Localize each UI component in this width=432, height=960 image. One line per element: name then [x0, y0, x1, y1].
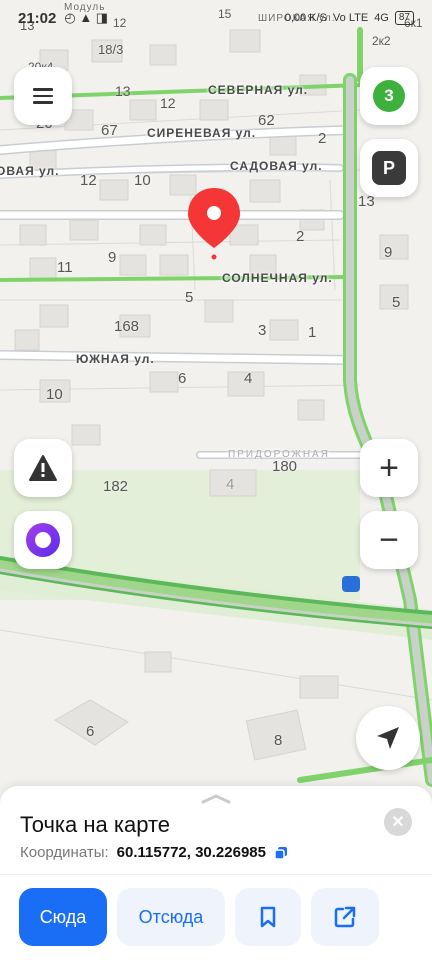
bookmark-button[interactable]	[235, 888, 301, 946]
house-number: 4	[226, 476, 235, 493]
coordinates-value[interactable]: 60.115772, 30.226985	[117, 844, 266, 861]
system-icons: 0,00 K/S Vo LTE 4G 87	[285, 11, 414, 25]
alice-icon	[26, 523, 60, 557]
map-pin-icon[interactable]	[186, 186, 242, 262]
navigation-arrow-icon	[377, 727, 399, 749]
notification-icons: ◴ ▲ ◨	[64, 10, 109, 25]
menu-button[interactable]	[14, 67, 72, 125]
plus-icon: +	[379, 449, 399, 487]
close-sheet-button[interactable]: ✕	[384, 808, 412, 836]
house-number: 182	[103, 478, 129, 495]
house-number: 13	[115, 83, 131, 99]
route-from-button[interactable]: Отсюда	[117, 888, 225, 946]
house-number: 4	[244, 370, 253, 387]
house-number: 2	[318, 130, 327, 147]
house-number: 9	[384, 244, 393, 261]
zoom-in-button[interactable]: +	[360, 439, 418, 497]
status-time: 21:02	[18, 9, 57, 27]
house-number: 10	[134, 172, 151, 189]
house-number: 12	[80, 172, 97, 189]
house-number: 67	[101, 122, 118, 139]
road-event-button[interactable]	[14, 439, 72, 497]
alice-assistant-button[interactable]	[14, 511, 72, 569]
parking-button[interactable]: P	[360, 139, 418, 197]
coordinates-label: Координаты:	[20, 844, 109, 861]
parking-icon: P	[372, 151, 406, 185]
route-here-button[interactable]: Сюда	[19, 888, 107, 946]
warning-icon	[29, 455, 57, 481]
house-number: 6	[178, 370, 187, 387]
zoom-out-button[interactable]: −	[360, 511, 418, 569]
volte-indicator: Vo LTE	[332, 12, 369, 24]
network-speed: 0,00 K/S	[284, 12, 327, 24]
house-number: 6	[86, 723, 95, 740]
house-number: 8	[274, 732, 283, 749]
house-number: 5	[185, 289, 194, 306]
house-number: 180	[272, 458, 298, 475]
house-number: 9	[108, 249, 117, 266]
share-button[interactable]	[311, 888, 379, 946]
house-number: 11	[57, 259, 73, 276]
street-label-solnechnaya: СОЛНЕЧНАЯ ул.	[222, 271, 333, 285]
house-number: 1	[308, 324, 317, 341]
battery-icon: 87	[394, 11, 414, 25]
sheet-grabber-icon[interactable]	[200, 792, 232, 804]
my-location-button[interactable]	[356, 706, 420, 770]
street-label-sadovaya-left: ОВАЯ ул.	[0, 164, 60, 178]
place-title: Точка на карте	[20, 812, 171, 837]
bookmark-icon	[260, 906, 276, 928]
house-number: 5	[392, 294, 401, 311]
street-label-yuzhnaya: ЮЖНАЯ ул.	[76, 352, 155, 366]
house-number: 10	[46, 386, 63, 403]
status-bar: 21:02 ◴ ▲ ◨ 0,00 K/S Vo LTE 4G 87	[0, 0, 432, 36]
street-label-sirenevaya: СИРЕНЕВАЯ ул.	[147, 126, 257, 140]
house-number: 168	[114, 318, 140, 335]
street-label-severnaya: СЕВЕРНАЯ ул.	[208, 83, 309, 97]
signal-icon: 4G	[374, 12, 389, 24]
coordinates-row: Координаты: 60.115772, 30.226985	[20, 844, 288, 861]
house-number: 2	[296, 228, 305, 245]
house-number: 62	[258, 112, 275, 129]
sheet-divider	[0, 874, 432, 875]
share-icon	[334, 906, 356, 928]
house-number: 12	[160, 95, 176, 111]
traffic-level-badge: 3	[373, 80, 405, 112]
traffic-button[interactable]: 3	[360, 67, 418, 125]
copy-icon[interactable]	[274, 846, 288, 860]
house-number: 2к2	[372, 34, 391, 48]
house-number: 18/3	[98, 42, 124, 57]
minus-icon: −	[379, 521, 399, 559]
house-number: 3	[258, 322, 267, 339]
hamburger-icon	[33, 84, 53, 108]
street-label-sadovaya: САДОВАЯ ул.	[230, 159, 323, 173]
